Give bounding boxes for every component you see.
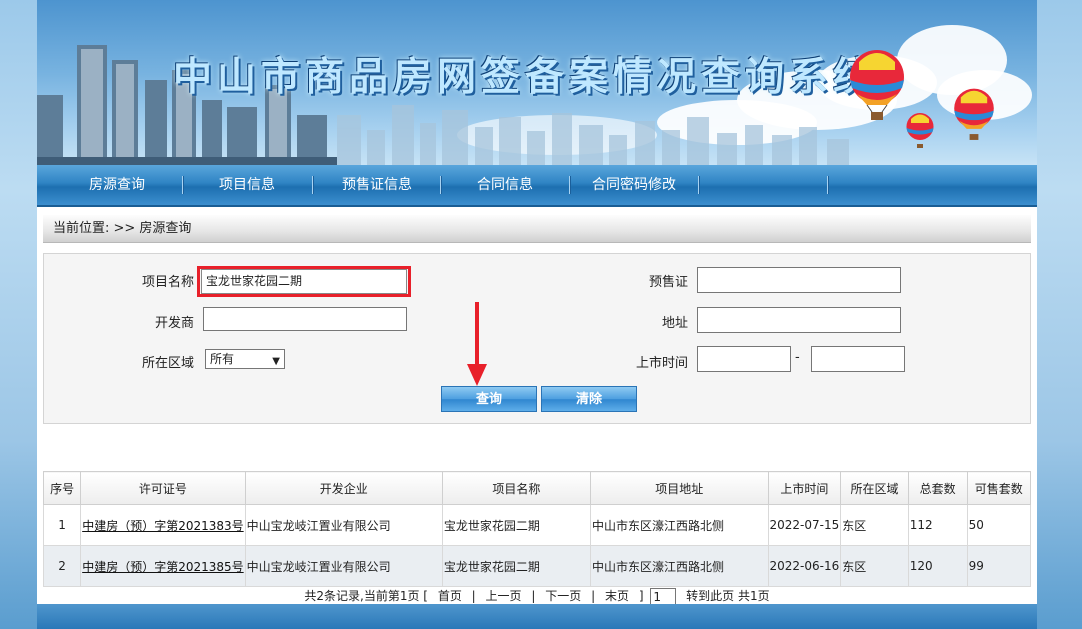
range-separator: - (795, 350, 800, 365)
col-header-developer: 开发企业 (244, 471, 443, 505)
cell-developer: 中山宝龙岐江置业有限公司 (244, 545, 443, 587)
results-table: 序号 许可证号 开发企业 项目名称 项目地址 上市时间 所在区域 总套数 可售套… (42, 471, 1032, 587)
cell-index: 2 (42, 545, 82, 587)
pager-close-bracket: ] (638, 589, 644, 603)
address-label: 地址 (661, 316, 688, 331)
down-arrow-icon (467, 302, 487, 386)
cell-developer: 中山宝龙岐江置业有限公司 (244, 504, 443, 546)
cell-license: 中建房（预）字第2021383号 (80, 504, 246, 546)
nav-separator (827, 176, 829, 194)
license-link[interactable]: 中建房（预）字第2021385号 (82, 560, 243, 574)
nav-item-contract-info[interactable]: 合同信息 (445, 165, 565, 205)
cell-listing-time: 2022-07-15 (767, 504, 842, 546)
pager-summary: 共2条记录,当前第1页 [ (304, 589, 428, 603)
col-header-listing-time: 上市时间 (767, 471, 842, 505)
cell-district: 东区 (840, 545, 909, 587)
license-link[interactable]: 中建房（预）字第2021383号 (82, 519, 243, 533)
cell-district: 东区 (840, 504, 909, 546)
col-header-district: 所在区域 (840, 471, 909, 505)
pager-goto[interactable]: 转到此页 共1页 (686, 589, 769, 603)
cell-project: 宝龙世家花园二期 (441, 504, 592, 546)
district-select-value: 所有 (210, 352, 235, 366)
nav-item-presale-info[interactable]: 预售证信息 (317, 165, 437, 205)
pager-next[interactable]: 下一页 (545, 589, 581, 603)
chevron-down-icon: ▼ (272, 356, 280, 367)
cell-address: 中山市东区濠江西路北侧 (590, 504, 769, 546)
pager-separator: | (471, 589, 476, 603)
col-header-total: 总套数 (907, 471, 968, 505)
cell-address: 中山市东区濠江西路北侧 (590, 545, 769, 587)
pagination: 共2条记录,当前第1页 [ 首页 | 上一页 | 下一页 | 末页 ] 1 转到… (37, 587, 1037, 606)
cell-available: 99 (966, 545, 1032, 587)
cell-available: 50 (966, 504, 1032, 546)
col-header-address: 项目地址 (590, 471, 769, 505)
listing-time-label: 上市时间 (635, 356, 688, 371)
col-header-available: 可售套数 (966, 471, 1032, 505)
district-label: 所在区域 (141, 356, 194, 371)
pager-prev[interactable]: 上一页 (486, 589, 522, 603)
footer-band (37, 604, 1037, 629)
cell-listing-time: 2022-06-16 (767, 545, 842, 587)
listing-time-to-input[interactable] (811, 346, 905, 372)
main-nav: 房源查询 项目信息 预售证信息 合同信息 合同密码修改 (37, 165, 1037, 207)
cell-total: 120 (907, 545, 968, 587)
hot-air-balloon-icon (906, 113, 934, 148)
project-name-input[interactable]: 宝龙世家花园二期 (201, 269, 407, 294)
hot-air-balloon-icon (954, 88, 994, 140)
table-row: 1 中建房（预）字第2021383号 中山宝龙岐江置业有限公司 宝龙世家花园二期… (42, 504, 1032, 546)
project-name-label: 项目名称 (141, 275, 194, 290)
main-panel: 当前位置: >> 房源查询 项目名称 宝龙世家花园二期 开发商 所在区域 所有 … (37, 207, 1037, 606)
query-button[interactable]: 查询 (441, 386, 537, 412)
developer-label: 开发商 (154, 316, 194, 331)
search-form: 项目名称 宝龙世家花园二期 开发商 所在区域 所有 ▼ 预售证 地址 上市时间 … (43, 253, 1031, 424)
pager-first[interactable]: 首页 (438, 589, 462, 603)
table-header-row: 序号 许可证号 开发企业 项目名称 项目地址 上市时间 所在区域 总套数 可售套… (42, 471, 1032, 505)
presale-input[interactable] (697, 267, 901, 293)
nav-separator (569, 176, 571, 194)
nav-separator (182, 176, 184, 194)
page-number-input[interactable]: 1 (650, 587, 677, 606)
nav-separator (312, 176, 314, 194)
nav-separator (440, 176, 442, 194)
nav-item-house-query[interactable]: 房源查询 (57, 165, 177, 205)
hot-air-balloon-icon (850, 50, 904, 120)
developer-input[interactable] (203, 307, 407, 331)
presale-label: 预售证 (648, 275, 688, 290)
table-row: 2 中建房（预）字第2021385号 中山宝龙岐江置业有限公司 宝龙世家花园二期… (42, 545, 1032, 587)
cell-project: 宝龙世家花园二期 (441, 545, 592, 587)
col-header-project: 项目名称 (441, 471, 592, 505)
cell-total: 112 (907, 504, 968, 546)
nav-item-project-info[interactable]: 项目信息 (187, 165, 307, 205)
col-header-index: 序号 (42, 471, 82, 505)
address-input[interactable] (697, 307, 901, 333)
col-header-license: 许可证号 (80, 471, 246, 505)
header-banner: 中山市商品房网签备案情况查询系统 (37, 0, 1037, 165)
page-title: 中山市商品房网签备案情况查询系统 (173, 54, 878, 100)
pager-last[interactable]: 末页 (605, 589, 629, 603)
listing-time-from-input[interactable] (697, 346, 791, 372)
cell-index: 1 (42, 504, 82, 546)
district-select[interactable]: 所有 ▼ (205, 349, 285, 369)
pager-separator: | (591, 589, 596, 603)
clear-button[interactable]: 清除 (541, 386, 637, 412)
breadcrumb: 当前位置: >> 房源查询 (43, 215, 1031, 243)
nav-item-contract-password[interactable]: 合同密码修改 (574, 165, 694, 205)
cell-license: 中建房（预）字第2021385号 (80, 545, 246, 587)
pager-separator: | (531, 589, 536, 603)
nav-separator (698, 176, 700, 194)
